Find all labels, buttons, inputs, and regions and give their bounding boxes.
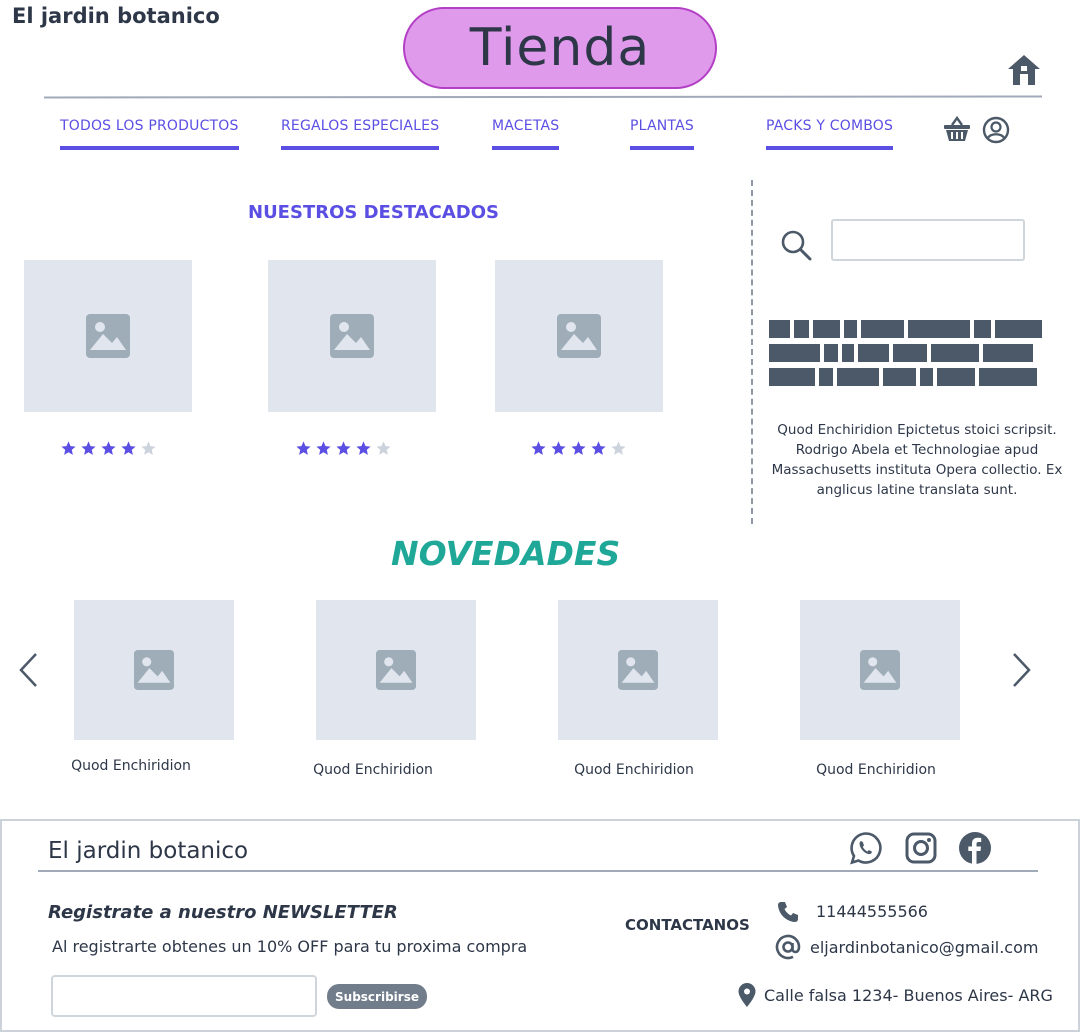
new-product-caption[interactable]: Quod Enchiridion <box>273 762 473 778</box>
footer-brand: El jardin botanico <box>48 838 249 864</box>
new-product-image[interactable] <box>74 600 234 740</box>
star-filled-icon <box>356 441 371 455</box>
star-rating <box>295 440 392 457</box>
home-icon[interactable] <box>1006 52 1042 88</box>
star-filled-icon <box>336 441 351 455</box>
facebook-icon[interactable] <box>958 831 992 865</box>
search-icon[interactable] <box>779 228 813 262</box>
image-placeholder-icon <box>134 650 174 690</box>
star-filled-icon <box>121 441 136 455</box>
new-product-image[interactable] <box>558 600 718 740</box>
new-product-caption[interactable]: Quod Enchiridion <box>534 762 734 778</box>
star-filled-icon <box>316 441 331 455</box>
featured-product-image[interactable] <box>24 260 192 412</box>
new-arrivals-title: NOVEDADES <box>391 534 621 573</box>
chevron-right-icon[interactable] <box>1010 650 1034 690</box>
star-empty-icon <box>611 441 626 455</box>
featured-section-title: NUESTROS DESTACADOS <box>248 202 499 223</box>
image-placeholder-icon <box>618 650 658 690</box>
contact-title: CONTACTANOS <box>625 916 750 934</box>
star-filled-icon <box>531 441 546 455</box>
star-filled-icon <box>296 441 311 455</box>
newsletter-email-input[interactable] <box>51 975 317 1017</box>
cart-icon[interactable] <box>943 116 971 142</box>
newsletter-subtitle: Al registrarte obtenes un 10% OFF para t… <box>52 937 528 956</box>
image-placeholder-icon <box>376 650 416 690</box>
chevron-left-icon[interactable] <box>16 650 40 690</box>
star-empty-icon <box>376 441 391 455</box>
sidebar-description: Quod Enchiridion Epictetus stoici scrips… <box>771 422 1063 498</box>
new-product-caption[interactable]: Quod Enchiridion <box>31 758 231 774</box>
whatsapp-icon[interactable] <box>849 831 883 865</box>
nav-item-plantas[interactable]: PLANTAS <box>630 118 694 150</box>
image-placeholder-icon <box>330 314 374 358</box>
header-divider <box>43 95 1043 99</box>
section-divider <box>751 180 753 524</box>
newsletter-title: Registrate a nuestro NEWSLETTER <box>48 902 398 923</box>
brand-name: El jardin botanico <box>12 4 220 28</box>
new-product-image[interactable] <box>316 600 476 740</box>
instagram-icon[interactable] <box>904 831 938 865</box>
footer-divider <box>38 870 1038 872</box>
contact-address: Calle falsa 1234- Buenos Aires- ARG <box>764 986 1053 1005</box>
at-icon <box>775 934 801 960</box>
star-empty-icon <box>141 441 156 455</box>
contact-phone[interactable]: 11444555566 <box>816 902 928 921</box>
phone-icon <box>778 902 798 922</box>
page-title-pill: Tienda <box>403 7 717 89</box>
image-placeholder-icon <box>557 314 601 358</box>
star-filled-icon <box>591 441 606 455</box>
image-placeholder-icon <box>860 650 900 690</box>
star-filled-icon <box>61 441 76 455</box>
new-product-image[interactable] <box>800 600 960 740</box>
featured-product-image[interactable] <box>268 260 436 412</box>
search-input[interactable] <box>831 219 1025 261</box>
user-account-icon[interactable] <box>982 116 1010 144</box>
star-filled-icon <box>101 441 116 455</box>
location-pin-icon <box>738 983 756 1007</box>
contact-email[interactable]: eljardinbotanico@gmail.com <box>810 938 1038 957</box>
star-rating <box>60 440 157 457</box>
featured-product-image[interactable] <box>495 260 663 412</box>
nav-item-packs-y-combos[interactable]: PACKS Y COMBOS <box>766 118 894 150</box>
nav-item-regalos-especiales[interactable]: REGALOS ESPECIALES <box>281 118 440 150</box>
subscribe-button[interactable]: Subscribirse <box>327 984 427 1009</box>
star-rating <box>530 440 627 457</box>
star-filled-icon <box>571 441 586 455</box>
redacted-text-block <box>769 320 1042 386</box>
new-product-caption[interactable]: Quod Enchiridion <box>776 762 976 778</box>
star-filled-icon <box>551 441 566 455</box>
star-filled-icon <box>81 441 96 455</box>
nav-item-macetas[interactable]: MACETAS <box>492 118 560 150</box>
image-placeholder-icon <box>86 314 130 358</box>
nav-item-todos-los-productos[interactable]: TODOS LOS PRODUCTOS <box>60 118 239 150</box>
page-title: Tienda <box>469 18 651 78</box>
